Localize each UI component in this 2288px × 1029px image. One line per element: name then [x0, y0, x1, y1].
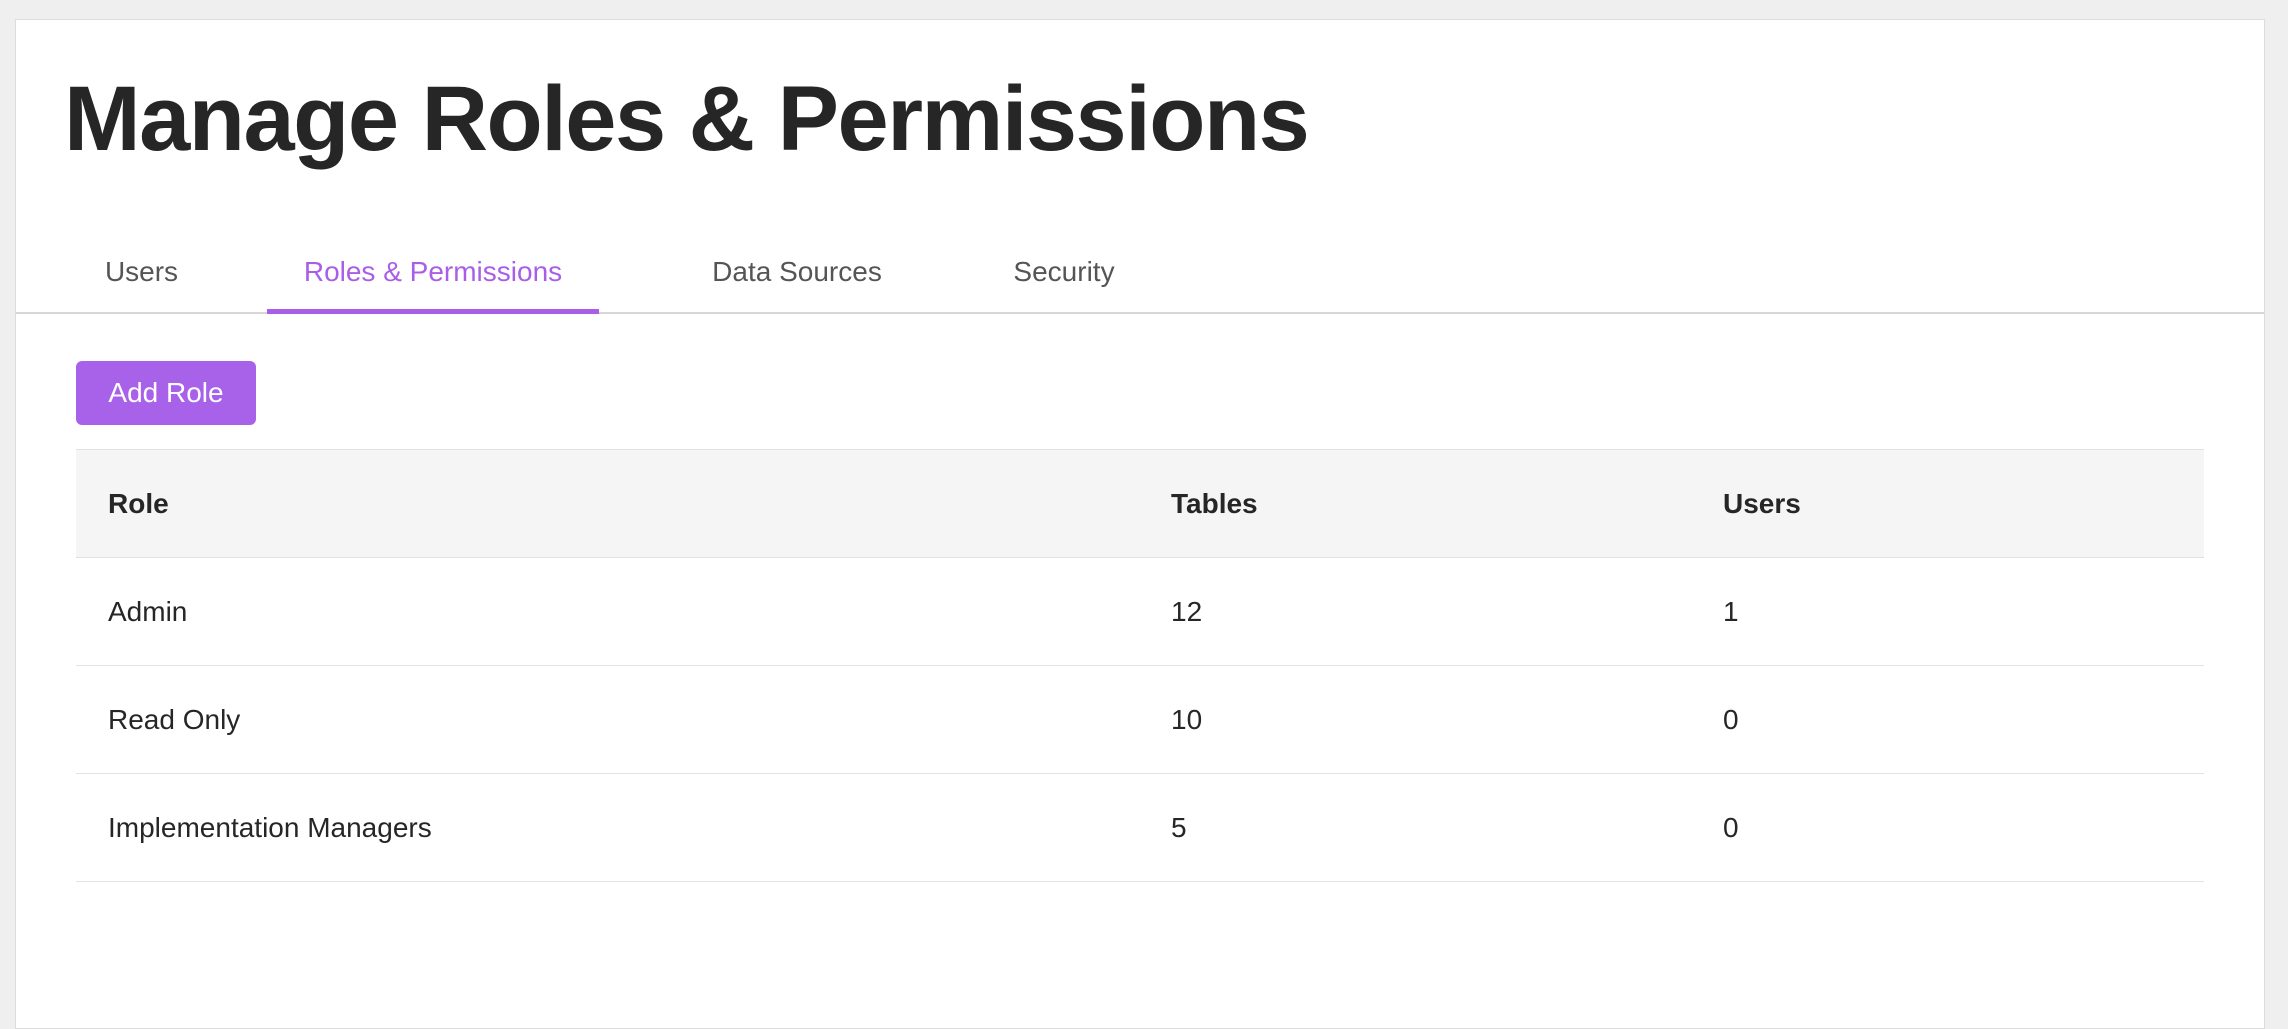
roles-table: Role Tables Users Admin 12 1 Read Only 1… [76, 449, 2204, 882]
tab-data-sources[interactable]: Data Sources [693, 230, 901, 314]
tab-security[interactable]: Security [982, 230, 1146, 314]
column-header-role[interactable]: Role [108, 450, 169, 557]
role-name-cell: Admin [108, 595, 188, 627]
tables-count-cell: 10 [1171, 703, 1203, 735]
tables-count-cell: 12 [1171, 595, 1203, 627]
tab-bar: Users Roles & Permissions Data Sources S… [16, 230, 2264, 314]
table-header-row: Role Tables Users [76, 450, 2204, 558]
column-header-users[interactable]: Users [1723, 450, 1801, 557]
page-title: Manage Roles & Permissions [64, 68, 1310, 170]
tables-count-cell: 5 [1171, 811, 1187, 843]
table-row[interactable]: Implementation Managers 5 0 [76, 774, 2204, 882]
table-row[interactable]: Admin 12 1 [76, 558, 2204, 666]
users-count-cell: 1 [1723, 595, 1739, 627]
table-row[interactable]: Read Only 10 0 [76, 666, 2204, 774]
users-count-cell: 0 [1723, 703, 1739, 735]
role-name-cell: Implementation Managers [108, 811, 432, 843]
tab-roles-permissions[interactable]: Roles & Permissions [267, 230, 599, 314]
app-window: Manage Roles & Permissions Users Roles &… [15, 19, 2265, 1029]
role-name-cell: Read Only [108, 703, 241, 735]
users-count-cell: 0 [1723, 811, 1739, 843]
tab-users[interactable]: Users [64, 230, 219, 314]
add-role-button[interactable]: Add Role [76, 361, 256, 425]
column-header-tables[interactable]: Tables [1171, 450, 1258, 557]
